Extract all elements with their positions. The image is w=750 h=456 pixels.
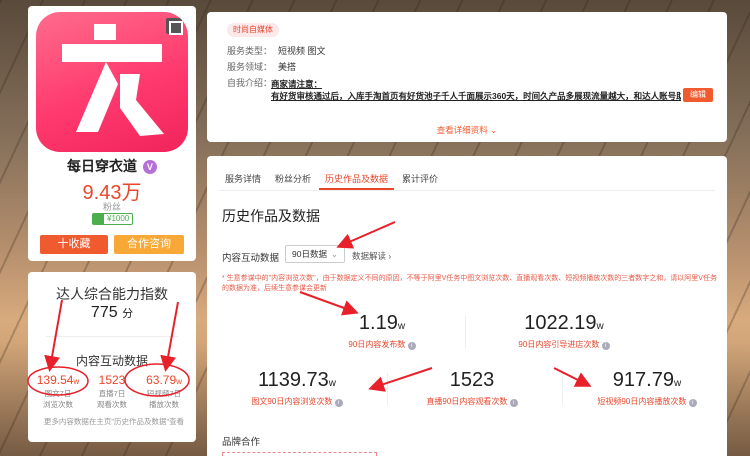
tab-reviews[interactable]: 累计评价 [396, 168, 444, 190]
metric-video-plays: 917.79w 短视频90日内容播放次数 i [572, 369, 722, 407]
metric-unit: w [73, 377, 80, 386]
ability-subtitle: 内容互动数据 [75, 354, 148, 368]
info-card: 时尚自媒体 服务类型： 短视频 图文 服务领域： 美搭 自我介绍： 商家请注意： 有… [207, 12, 727, 142]
qr-code-icon[interactable] [166, 18, 183, 35]
metric-label: 90日内容发布数 [348, 340, 406, 349]
metric-unit: w [328, 378, 337, 389]
metric-label: 直播7日 [98, 389, 126, 398]
intro-line: 有好货审核通过后，入库手淘首页有好货池子千人千面展示360天，时间久产品多展现流… [271, 91, 681, 101]
divider [387, 373, 388, 405]
period-select[interactable]: 90日数据 ⌄ [285, 245, 345, 263]
intro-text: 商家请注意： 有好货审核通过后，入库手淘首页有好货池子千人千面展示360天，时间… [271, 78, 681, 102]
metric-value: 63.79 [146, 373, 177, 387]
data-interpretation-link[interactable]: 数据解读 › [352, 250, 391, 262]
view-details-link[interactable]: 查看详细资料 ⌄ [207, 124, 727, 136]
metric-value: 1523 [98, 373, 126, 387]
metric-unit: w [397, 321, 406, 332]
ability-title: 达人综合能力指数 [56, 286, 168, 302]
metric-label: 90日内容引导进店次数 [518, 340, 600, 349]
info-icon[interactable]: i [601, 342, 610, 350]
service-type-value: 短视频 图文 [278, 46, 326, 56]
service-type-label: 服务类型： [227, 46, 273, 56]
metric-label: 播放次数 [149, 400, 179, 409]
avatar [36, 12, 188, 152]
intro-label: 自我介绍： [227, 78, 273, 88]
ability-score-unit: 分 [122, 308, 134, 320]
chevron-down-icon: ⌄ [490, 125, 498, 135]
data-interpretation-label: 数据解读 [352, 251, 387, 261]
section-title: 历史作品及数据 [222, 208, 320, 224]
metric-label: 观看次数 [97, 400, 127, 409]
metric-unit: w [673, 378, 682, 389]
category-tag: 时尚自媒体 [227, 23, 279, 37]
ability-metric: 63.79w 短视频7日 播放次数 [138, 373, 190, 409]
metric-live-views: 1523 直播90日内容观看次数 i [397, 369, 547, 407]
tab-service-details[interactable]: 服务详情 [219, 168, 267, 190]
info-icon[interactable]: i [334, 399, 343, 407]
metric-value: 1139.73 [257, 369, 329, 391]
edit-button[interactable]: 编辑 [683, 88, 713, 102]
verified-icon: V [142, 160, 157, 174]
clothing-character-icon [62, 24, 164, 136]
fans-label: 粉丝 [102, 202, 121, 212]
metric-value: 1022.19 [524, 312, 597, 334]
metric-value: 1.19 [358, 312, 398, 334]
metric-unit: w [596, 321, 604, 332]
metric-label: 短视频7日 [146, 389, 182, 398]
metric-value: 139.54 [36, 373, 74, 387]
content-interaction-label: 内容互动数据 [222, 253, 280, 264]
tab-history-works[interactable]: 历史作品及数据 [319, 168, 395, 190]
info-icon[interactable]: i [407, 342, 416, 350]
divider [465, 316, 466, 348]
service-area-value: 美搭 [278, 62, 297, 72]
metric-label: 短视频90日内容播放次数 [597, 397, 687, 406]
tab-fan-analysis[interactable]: 粉丝分析 [269, 168, 317, 190]
ability-footer: 更多内容数据在主页"历史作品及数据"查看 [43, 417, 185, 426]
intro-line: 商家请注意： [271, 79, 323, 89]
history-card: 服务详情 粉丝分析 历史作品及数据 累计评价 历史作品及数据 内容互动数据 90… [207, 156, 727, 456]
info-icon[interactable]: i [688, 399, 697, 407]
tab-bar: 服务详情 粉丝分析 历史作品及数据 累计评价 [219, 168, 446, 190]
brand-cooperation-title: 品牌合作 [222, 437, 261, 448]
ability-metric: 1523 直播7日 观看次数 [86, 373, 138, 409]
ability-card: 达人综合能力指数 775 分 内容互动数据 139.54w 图文7日 浏览次数 … [28, 272, 196, 442]
view-details-label: 查看详细资料 [436, 125, 488, 135]
info-icon[interactable]: i [509, 399, 518, 407]
ability-score: 775 [90, 304, 118, 321]
metric-label: 直播90日内容观看次数 [426, 397, 508, 406]
divider [562, 373, 563, 405]
profile-card: 每日穿衣道 V 9.43万 粉丝 ¥1000 十收藏 合作咨询 [28, 6, 196, 261]
metric-value: 917.79 [612, 369, 674, 391]
brand-box [222, 452, 377, 456]
collect-button[interactable]: 十收藏 [40, 235, 108, 254]
price-badge: ¥1000 [92, 213, 134, 225]
divider [219, 190, 715, 191]
coop-consult-button[interactable]: 合作咨询 [114, 235, 184, 254]
profile-name: 每日穿衣道 [67, 158, 138, 174]
service-area-label: 服务领域： [227, 62, 273, 72]
metric-label: 图文7日 [44, 389, 72, 398]
metric-value: 1523 [449, 369, 495, 391]
metric-label: 浏览次数 [43, 400, 73, 409]
metric-publish-count: 1.19w 90日内容发布数 i [317, 312, 447, 350]
period-select-value: 90日数据 [292, 249, 327, 259]
data-note: * 生意参谋中的"内容浏览次数"，由于数据定义不同的原因，不等于阿里V任务中图文… [222, 275, 717, 292]
metric-store-visits: 1022.19w 90日内容引导进店次数 i [489, 312, 639, 350]
metric-label: 图文90日内容浏览次数 [251, 397, 333, 406]
metric-article-views: 1139.73w 图文90日内容浏览次数 i [222, 369, 372, 407]
divider [46, 336, 178, 337]
ability-metric: 139.54w 图文7日 浏览次数 [32, 373, 84, 409]
chevron-down-icon: ⌄ [330, 249, 338, 259]
metric-unit: w [176, 377, 182, 386]
chevron-right-icon: › [388, 251, 392, 261]
